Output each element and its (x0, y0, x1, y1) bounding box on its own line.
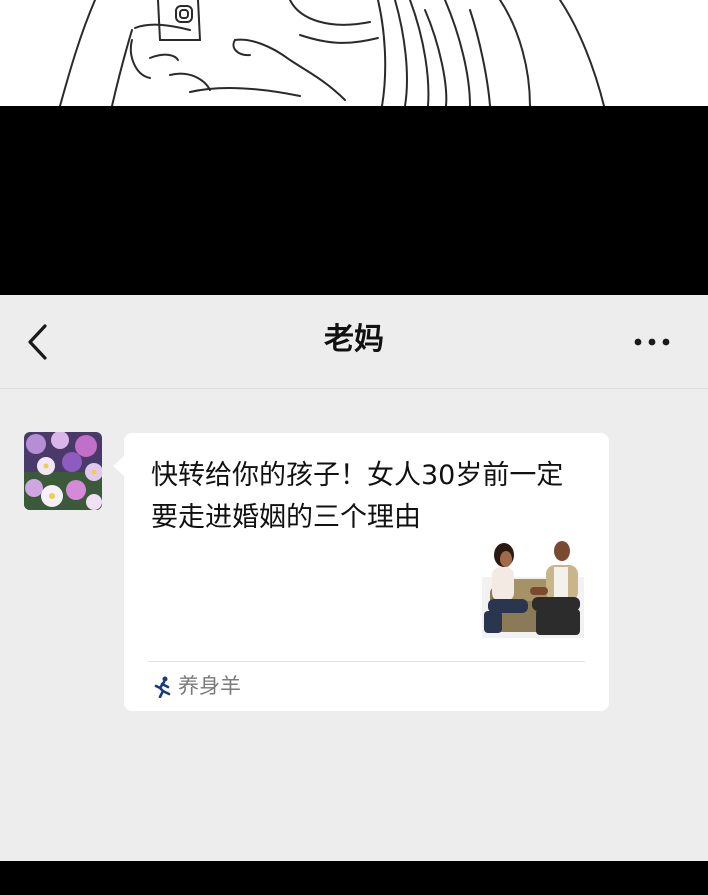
chat-title: 老妈 (324, 322, 384, 357)
chat-nav-bar: 老妈 (0, 295, 708, 389)
article-title: 快转给你的孩子！女人30岁前一定要走进婚姻的三个理由 (151, 460, 564, 533)
more-dots-icon (634, 338, 670, 346)
couple-on-sofa-photo (482, 537, 584, 638)
chat-screen: 老妈 快转给你的孩子！女人30岁前一定要走进婚姻的三个理由 养身羊 (0, 295, 708, 861)
card-divider (148, 661, 585, 662)
avatar[interactable] (24, 432, 102, 510)
flower-avatar-image (24, 432, 102, 510)
black-band-bottom (0, 861, 708, 895)
source-icon (154, 676, 172, 699)
sketch-drawing (59, 0, 605, 106)
comic-sketch-panel (0, 0, 708, 106)
running-figure-icon (154, 676, 171, 699)
comic-page: 老妈 快转给你的孩子！女人30岁前一定要走进婚姻的三个理由 养身羊 (0, 0, 708, 895)
source-name: 养身羊 (178, 674, 241, 698)
shared-article-card[interactable]: 快转给你的孩子！女人30岁前一定要走进婚姻的三个理由 养身羊 (124, 433, 609, 711)
more-options-button[interactable] (628, 325, 676, 359)
black-band-top (0, 106, 708, 295)
article-thumbnail (482, 537, 584, 638)
